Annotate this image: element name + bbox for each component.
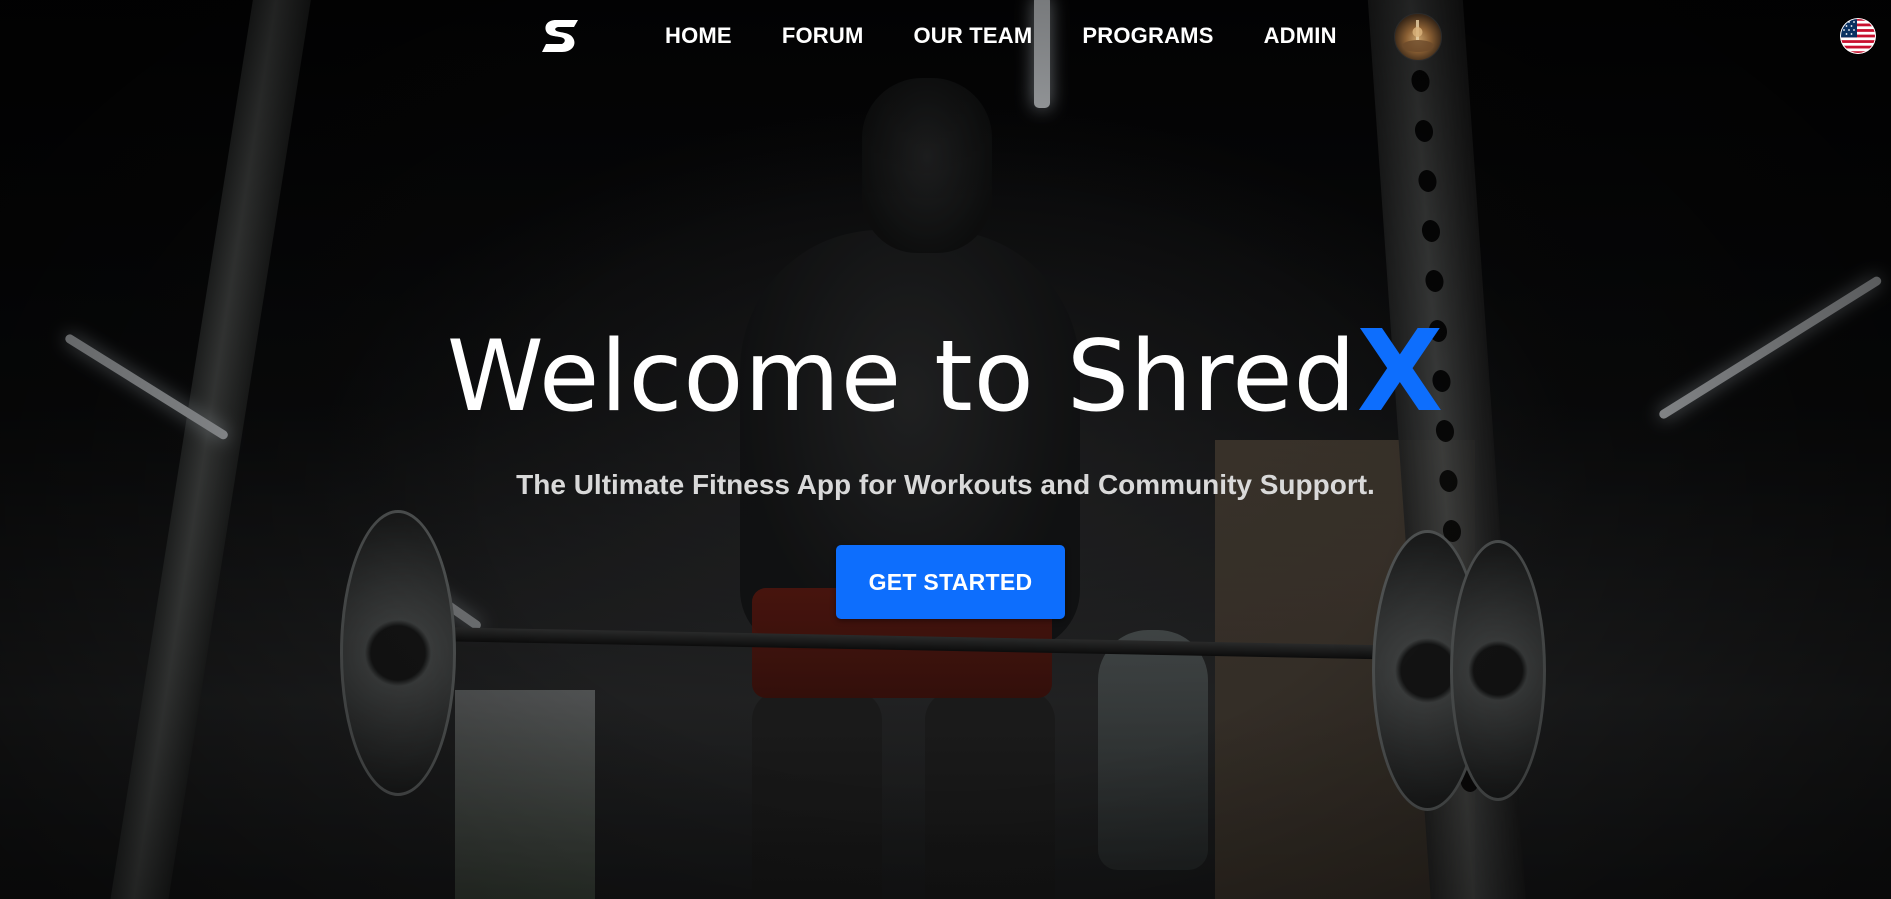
hero-title-accent: X: [1356, 307, 1445, 437]
top-navbar: HOME FORUM OUR TEAM PROGRAMS ADMIN: [0, 0, 1891, 72]
hero-title: Welcome to ShredX: [0, 316, 1891, 433]
get-started-button[interactable]: GET STARTED: [836, 545, 1065, 619]
user-avatar[interactable]: [1394, 13, 1442, 61]
nav-link-our-team[interactable]: OUR TEAM: [913, 20, 1032, 52]
nav-link-admin[interactable]: ADMIN: [1264, 20, 1337, 52]
hero-background: HOME FORUM OUR TEAM PROGRAMS ADMIN Welco…: [0, 0, 1891, 899]
hero-title-main: Welcome to Shred: [446, 320, 1357, 434]
shredx-logo-icon[interactable]: [540, 16, 582, 56]
us-flag-icon[interactable]: [1840, 18, 1876, 54]
hero-subtitle: The Ultimate Fitness App for Workouts an…: [516, 469, 1375, 500]
nav-link-forum[interactable]: FORUM: [782, 20, 864, 52]
nav-link-programs[interactable]: PROGRAMS: [1082, 20, 1213, 52]
nav-link-home[interactable]: HOME: [665, 20, 732, 52]
nav-links: HOME FORUM OUR TEAM PROGRAMS ADMIN: [665, 20, 1387, 52]
hero-section: Welcome to ShredX The Ultimate Fitness A…: [0, 0, 1891, 899]
